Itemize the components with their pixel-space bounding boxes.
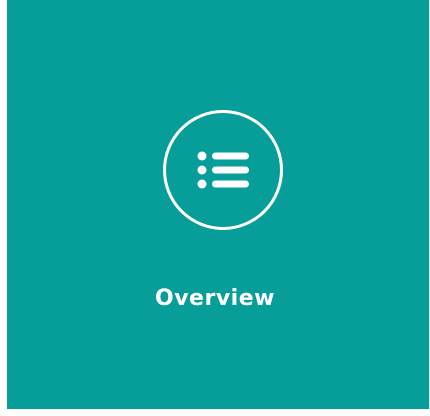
list-icon xyxy=(163,110,283,230)
overview-tile[interactable] xyxy=(7,0,429,409)
tile-label: Overview xyxy=(155,286,275,311)
